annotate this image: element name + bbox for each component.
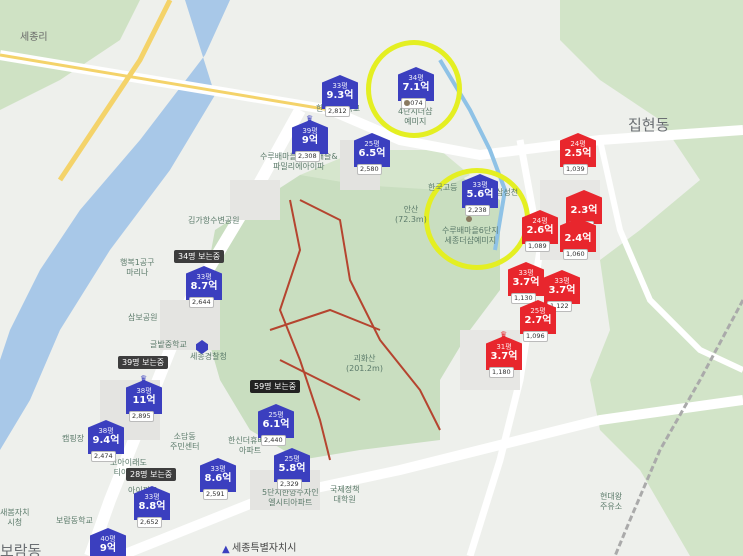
- viewer-badge[interactable]: 39명 보는중: [118, 356, 169, 369]
- price-pin[interactable]: 33평 8.8억 2,652: [134, 486, 170, 532]
- price-pin[interactable]: 25평 5.8억 2,329: [274, 448, 310, 494]
- price-pin[interactable]: 38평 9.4억 2,474: [88, 420, 124, 466]
- price-pin[interactable]: ♛ 38평 11억 2,895: [126, 374, 162, 426]
- map-canvas[interactable]: 세종리 집현동 보람동 김가항수변공원 행복1공구 마리나 삼보공원 글밭중학교…: [0, 0, 743, 556]
- price-pin[interactable]: 40평 9억: [90, 528, 126, 556]
- school-icon: [404, 100, 410, 106]
- price-pin[interactable]: 25평 2.7억 1,096: [520, 300, 556, 346]
- viewer-badge[interactable]: 28명 보는중: [126, 468, 177, 481]
- price-pin[interactable]: 33평 5.6억 2,238: [462, 174, 498, 220]
- price-pin[interactable]: 24평 2.6억 1,089: [522, 210, 558, 256]
- price-pin[interactable]: 33평 9.3억 2,812: [322, 75, 358, 121]
- viewer-badge[interactable]: 34명 보는중: [174, 250, 225, 263]
- price-pin[interactable]: 33평 8.6억 2,591: [200, 458, 236, 504]
- price-pin[interactable]: 33평 8.7억 2,644: [186, 266, 222, 312]
- price-pin[interactable]: 34평 7.1억 2,074: [398, 67, 434, 113]
- price-pin[interactable]: 2.4억 1,060: [560, 218, 596, 264]
- viewer-badge[interactable]: 59명 보는중: [250, 380, 301, 393]
- school-icon: [466, 216, 472, 222]
- location-marker-icon: ▲: [222, 544, 230, 555]
- price-pin[interactable]: 25평 6.5억 2,580: [354, 133, 390, 179]
- price-pin[interactable]: ♛ 39평 9억 2,308: [292, 114, 328, 166]
- price-pin[interactable]: 24평 2.5억 1,039: [560, 133, 596, 179]
- price-pin[interactable]: ♛ 31평 3.7억 1,180: [486, 330, 522, 382]
- price-pin[interactable]: 25평 6.1억 2,440: [258, 404, 294, 450]
